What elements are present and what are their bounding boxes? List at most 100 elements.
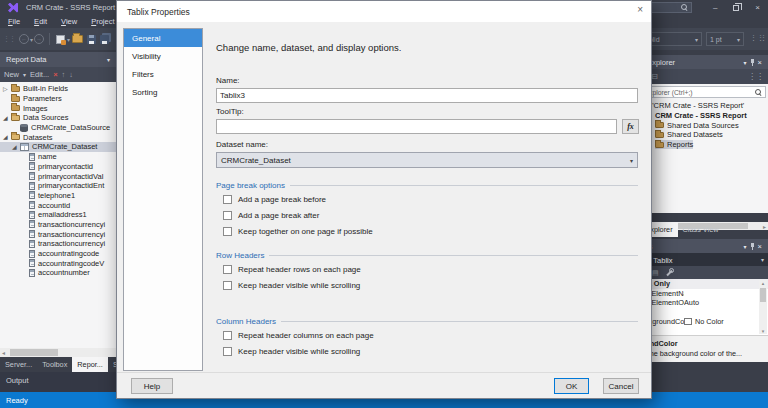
se-overflow-icon[interactable]: ⋮⋮ [748, 72, 764, 81]
tree-item-accountid[interactable]: accountid [0, 200, 116, 210]
checkbox-box[interactable] [223, 227, 232, 236]
cancel-button[interactable]: Cancel [603, 378, 639, 394]
menu-project[interactable]: Project [91, 17, 114, 26]
tree-item-name[interactable]: name [0, 152, 116, 162]
tab-class-view[interactable]: Class View [678, 222, 724, 237]
dialog-close-icon[interactable]: × [637, 5, 643, 15]
se-menu-icon[interactable]: ▾ [743, 59, 746, 66]
tree-item-transactioncurrencyi[interactable]: transactioncurrencyi [0, 239, 116, 249]
se-pin-icon[interactable] [749, 58, 756, 67]
tree-item-accountnumber[interactable]: accountnumber [0, 268, 116, 278]
report-data-hscrollbar[interactable]: ◂ [0, 348, 116, 357]
tree-item-emailaddress1[interactable]: emailaddress1 [0, 210, 116, 220]
toolbar-grip: ⋮⋮ [3, 35, 15, 43]
tree-item-telephone1[interactable]: telephone1 [0, 191, 116, 201]
close-button[interactable]: × [755, 4, 760, 12]
new-dropdown[interactable]: ▾ [67, 36, 70, 43]
checkbox-add-a-page-break-before[interactable]: Add a page break before [216, 191, 638, 207]
folder-icon [11, 86, 20, 92]
dialog-nav-general[interactable]: General [124, 29, 202, 47]
restore-button[interactable] [733, 5, 739, 11]
props-pin-icon[interactable] [749, 242, 756, 251]
tree-item-datasets[interactable]: ◢Datasets [0, 132, 116, 142]
tree-item-primarycontactident[interactable]: primarycontactidEnt [0, 181, 116, 191]
move-up-icon[interactable]: ↑ [62, 70, 66, 79]
output-title[interactable]: Output [6, 376, 29, 385]
checkbox-box[interactable] [223, 265, 232, 274]
minimize-button[interactable]: – [713, 4, 717, 12]
expander-icon[interactable]: ◢ [3, 114, 11, 122]
checkbox-repeat-header-columns-on-each-page[interactable]: Repeat header columns on each page [216, 327, 638, 343]
tab-server-[interactable]: Server... [0, 357, 37, 372]
dataset-select[interactable]: CRMCrate_Dataset ▾ [216, 152, 638, 168]
toolbar-overflow2-icon[interactable]: ⋮ [760, 34, 767, 42]
se-close-icon[interactable]: × [758, 58, 762, 67]
props-categorized-icon[interactable]: ▤ [652, 269, 659, 277]
checkbox-label: Add a page break after [238, 211, 319, 220]
checkbox-box[interactable] [223, 211, 232, 220]
folder-open-icon [11, 134, 20, 140]
back-dropdown[interactable]: ▾ [30, 36, 33, 43]
tree-item-primarycontactid[interactable]: primarycontactid [0, 162, 116, 172]
tab-repor-[interactable]: Repor... [72, 357, 108, 372]
props-menu-icon[interactable]: ▾ [743, 243, 746, 250]
checkbox-box[interactable] [223, 331, 232, 340]
border-width-combo[interactable]: 1 pt▾ [706, 32, 744, 46]
tab-toolbox[interactable]: Toolbox [37, 357, 72, 372]
se-collapse-icon[interactable]: ⊟ [651, 72, 658, 81]
tree-item-transactioncurrencyi[interactable]: transactioncurrencyi [0, 229, 116, 239]
move-down-icon[interactable]: ↓ [69, 70, 73, 79]
tree-item-accountratingcodev[interactable]: accountratingcodeV [0, 258, 116, 268]
checkbox-box[interactable] [223, 195, 232, 204]
new-button[interactable]: New [4, 70, 19, 79]
folder-icon [11, 105, 20, 111]
tree-item-primarycontactidval[interactable]: primarycontactidVal [0, 171, 116, 181]
tree-item-crmcrate-datasource[interactable]: CRMCrate_DataSource [0, 123, 116, 133]
tooltip-input[interactable] [216, 119, 617, 134]
expander-icon[interactable]: ◢ [3, 133, 11, 141]
checkbox-repeat-header-rows-on-each-page[interactable]: Repeat header rows on each page [216, 261, 638, 277]
props-close-icon[interactable]: × [758, 242, 762, 251]
new-button-dropdown[interactable]: ▾ [23, 71, 26, 78]
new-project-icon[interactable] [56, 35, 65, 44]
tooltip-expression-button[interactable]: fx [622, 119, 639, 134]
properties-vscrollbar[interactable]: ▴▾ [759, 280, 767, 334]
checkbox-box[interactable] [223, 281, 232, 290]
checkbox-keep-together-on-one-page-if-possibl[interactable]: Keep together on one page if possible [216, 223, 638, 239]
dialog-nav-visibility[interactable]: Visibility [124, 47, 202, 65]
tree-item-parameters[interactable]: Parameters [0, 94, 116, 104]
edit-button[interactable]: Edit... [30, 70, 49, 79]
expander-icon[interactable]: ▷ [3, 85, 11, 93]
help-button[interactable]: Help [131, 378, 173, 394]
tree-item-built-in-fields[interactable]: ▷ Built-in Fields [0, 84, 116, 94]
checkbox-keep-header-visible-while-scrolling[interactable]: Keep header visible while scrolling [216, 343, 638, 359]
checkbox-add-a-page-break-after[interactable]: Add a page break after [216, 207, 638, 223]
menu-edit[interactable]: Edit [34, 17, 47, 26]
save-icon[interactable] [87, 35, 96, 44]
report-data-header[interactable]: Report Data ▾ [0, 52, 116, 67]
tree-item-accountratingcode[interactable]: accountratingcode [0, 249, 116, 259]
open-file-icon[interactable] [72, 35, 83, 43]
checkbox-box[interactable] [223, 347, 232, 356]
delete-icon[interactable]: × [53, 70, 57, 79]
dialog-nav-sorting[interactable]: Sorting [124, 83, 202, 101]
wrench-icon[interactable] [665, 268, 674, 277]
checkbox-keep-header-visible-while-scrolling[interactable]: Keep header visible while scrolling [216, 277, 638, 293]
dialog-title-bar[interactable]: Tablix Properties [117, 1, 651, 22]
menu-file[interactable]: File [8, 17, 20, 26]
dialog-nav-filters[interactable]: Filters [124, 65, 202, 83]
tree-item-images[interactable]: Images [0, 103, 116, 113]
navigate-back-button[interactable]: ← [19, 34, 29, 44]
name-input[interactable]: Tablix3 [216, 88, 638, 103]
menu-view[interactable]: View [61, 17, 77, 26]
dataset-label: Dataset name: [216, 140, 268, 149]
ok-button[interactable]: OK [554, 378, 589, 394]
expander-icon[interactable]: ◢ [12, 143, 20, 151]
tree-item-crmcrate-dataset[interactable]: ◢CRMCrate_Dataset [0, 142, 116, 152]
tree-item-label: Built-in Fields [23, 84, 68, 93]
tree-item-data-sources[interactable]: ◢Data Sources [0, 113, 116, 123]
save-all-icon[interactable] [100, 35, 109, 44]
tree-item-transactioncurrencyi[interactable]: transactioncurrencyi [0, 220, 116, 230]
report-data-menu-icon[interactable]: ▾ [107, 56, 110, 63]
navigate-forward-button[interactable]: → [34, 34, 44, 44]
